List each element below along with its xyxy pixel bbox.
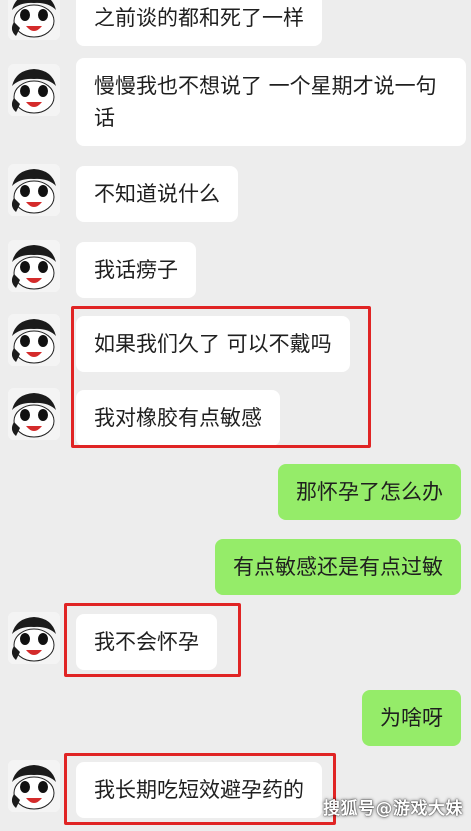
message-bubble[interactable]: 慢慢我也不想说了 一个星期才说一句话 [76,58,466,146]
watermark: 搜狐号@游戏大妹 [323,799,463,819]
contact-avatar[interactable] [8,164,60,216]
highlight-box [71,306,371,448]
message-bubble[interactable]: 有点敏感还是有点过敏 [215,539,461,595]
message-bubble[interactable]: 为啥呀 [362,690,461,746]
highlight-box [64,753,336,825]
contact-avatar[interactable] [8,0,60,40]
message-bubble[interactable]: 那怀孕了怎么办 [278,464,461,520]
contact-avatar[interactable] [8,612,60,664]
contact-avatar[interactable] [8,760,60,812]
message-bubble[interactable]: 不知道说什么 [76,166,238,222]
message-bubble[interactable]: 之前谈的都和死了一样 [76,0,322,46]
contact-avatar[interactable] [8,388,60,440]
contact-avatar[interactable] [8,314,60,366]
contact-avatar[interactable] [8,240,60,292]
highlight-box [64,603,241,677]
chat-area: 之前谈的都和死了一样 慢慢我也不想说了 一个星期才说一句话 不知道说什么 我话痨… [0,0,471,831]
contact-avatar[interactable] [8,64,60,116]
message-bubble[interactable]: 我话痨子 [76,242,196,298]
